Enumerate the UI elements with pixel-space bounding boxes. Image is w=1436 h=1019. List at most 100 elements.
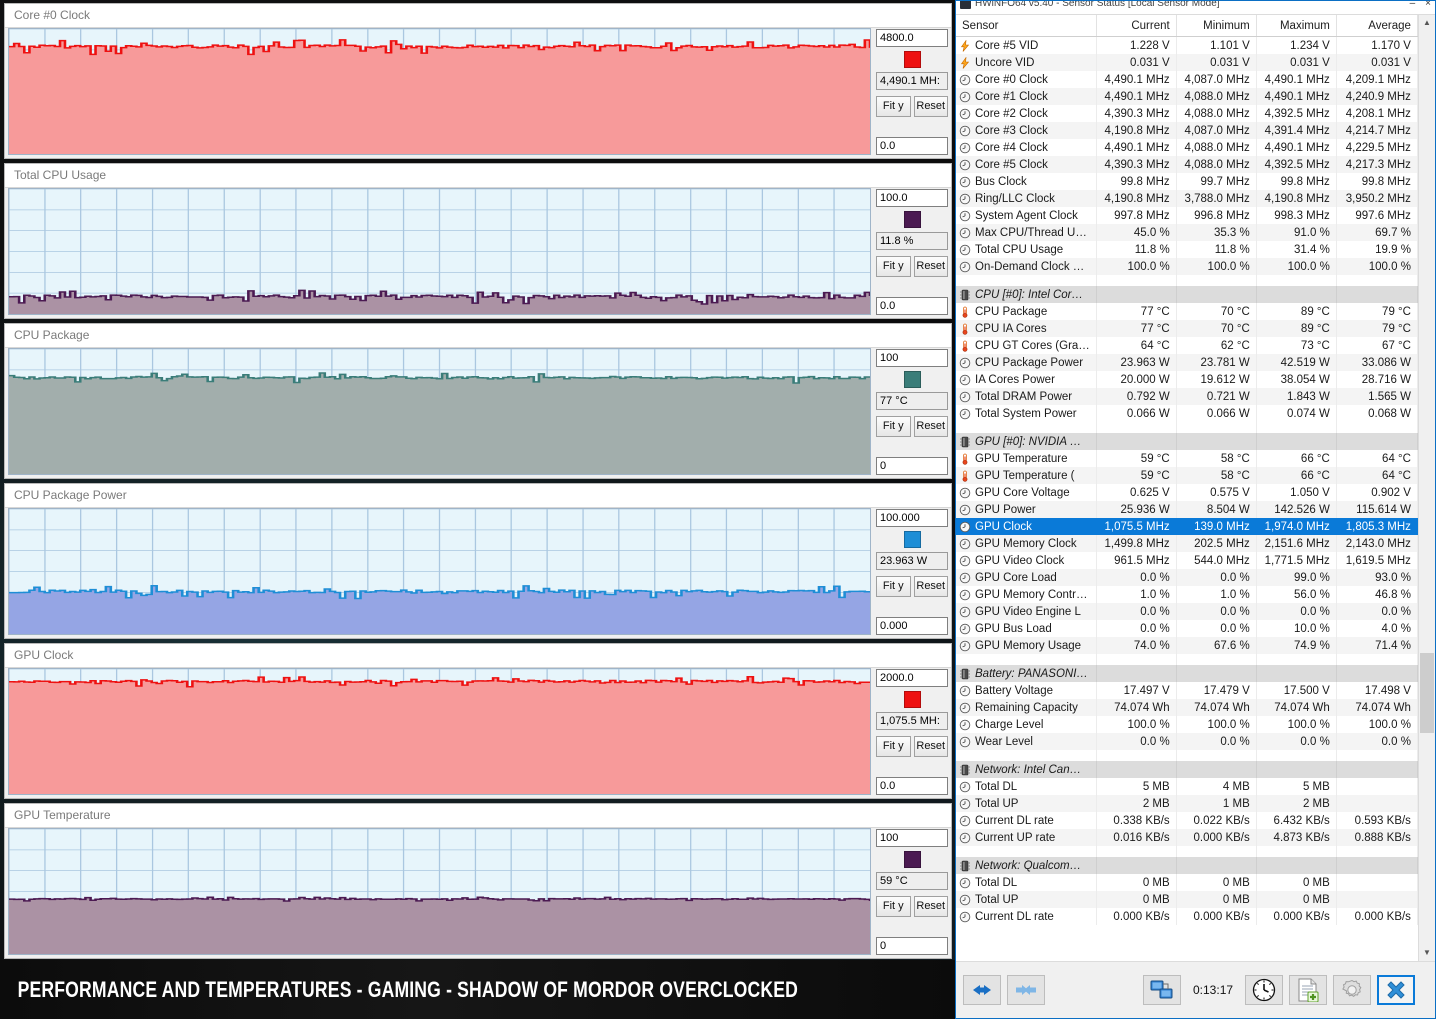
remote-monitoring-button[interactable] bbox=[1143, 975, 1181, 1005]
table-row[interactable]: Total CPU Usage 11.8 % 11.8 % 31.4 % 19.9 % bbox=[956, 241, 1418, 258]
table-row[interactable]: Total System Power 0.066 W 0.066 W 0.074 W0… bbox=[956, 405, 1418, 422]
graph-max-input[interactable]: 100.0 bbox=[876, 189, 948, 207]
graph-max-input[interactable]: 100 bbox=[876, 829, 948, 847]
minimize-button[interactable]: – bbox=[1410, 1, 1416, 9]
fit-y-button[interactable]: Fit y bbox=[876, 896, 911, 917]
sensor-group-row[interactable]: Network: Qualcom… bbox=[956, 857, 1418, 874]
sensor-grid[interactable]: Sensor Current Minimum Maximum Average Core … bbox=[956, 15, 1418, 961]
logging-interval-button[interactable] bbox=[1245, 975, 1284, 1005]
column-header-minimum[interactable]: Minimum bbox=[1176, 15, 1257, 37]
table-row[interactable]: GPU Core Load 0.0 % 0.0 % 99.0 % 93.0 % bbox=[956, 569, 1418, 586]
table-row[interactable]: Current DL rate 0.338 KB/s 0.022 KB/s 6.432… bbox=[956, 812, 1418, 829]
table-row[interactable]: Current DL rate 0.000 KB/s 0.000 KB/s 0.000… bbox=[956, 908, 1418, 925]
graph-min-input[interactable]: 0 bbox=[876, 937, 948, 955]
graph-min-input[interactable]: 0.0 bbox=[876, 777, 948, 795]
table-row[interactable]: Total DRAM Power 0.792 W 0.721 W 1.843 W 1.5… bbox=[956, 388, 1418, 405]
table-row[interactable]: Current UP rate 0.016 KB/s 0.000 KB/s 4.873… bbox=[956, 829, 1418, 846]
reset-button[interactable]: Reset bbox=[913, 416, 948, 437]
table-row[interactable]: Core #5 Clock 4,390.3 MHz 4,088.0 MHz 4,392… bbox=[956, 156, 1418, 173]
table-row[interactable]: GPU Clock 1,075.5 MHz 139.0 MHz 1,974.0 MHz… bbox=[956, 518, 1418, 535]
graph-plot-area[interactable] bbox=[8, 28, 871, 155]
window-title-bar[interactable]: HWiNFO64 v5.40 - Sensor Status [Local Se… bbox=[956, 1, 1435, 15]
collapse-all-button[interactable] bbox=[1007, 975, 1045, 1005]
scroll-track[interactable] bbox=[1418, 31, 1435, 945]
graph-min-input[interactable]: 0.0 bbox=[876, 137, 948, 155]
table-row[interactable]: Battery Voltage 17.497 V 17.479 V 17.500 V1… bbox=[956, 682, 1418, 699]
table-row[interactable]: Total DL 5 MB 4 MB 5 MB bbox=[956, 778, 1418, 795]
table-row[interactable]: GPU Memory Contr… 1.0 % 1.0 % 56.0 % 46.8 % bbox=[956, 586, 1418, 603]
graph-max-input[interactable]: 100.000 bbox=[876, 509, 948, 527]
table-row[interactable]: Total UP 0 MB 0 MB 0 MB bbox=[956, 891, 1418, 908]
settings-button[interactable] bbox=[1333, 975, 1372, 1005]
table-row[interactable]: Total UP 2 MB 1 MB 2 MB bbox=[956, 795, 1418, 812]
graph-plot-area[interactable] bbox=[8, 828, 871, 955]
fit-y-button[interactable]: Fit y bbox=[876, 256, 911, 277]
fit-y-button[interactable]: Fit y bbox=[876, 576, 911, 597]
sensor-group-row[interactable]: Network: Intel Can… bbox=[956, 761, 1418, 778]
reset-button[interactable]: Reset bbox=[913, 896, 948, 917]
table-row[interactable]: Total DL 0 MB 0 MB 0 MB bbox=[956, 874, 1418, 891]
save-report-button[interactable] bbox=[1289, 975, 1328, 1005]
table-row[interactable]: GPU Bus Load 0.0 % 0.0 % 10.0 % 4.0 % bbox=[956, 620, 1418, 637]
fit-y-button[interactable]: Fit y bbox=[876, 416, 911, 437]
reset-button[interactable]: Reset bbox=[913, 736, 948, 757]
vertical-scrollbar[interactable]: ▲ ▼ bbox=[1417, 15, 1435, 961]
graph-plot-area[interactable] bbox=[8, 668, 871, 795]
reset-button[interactable]: Reset bbox=[913, 256, 948, 277]
column-header-sensor[interactable]: Sensor bbox=[956, 15, 1097, 37]
table-row[interactable]: Uncore VID 0.031 V 0.031 V 0.031 V 0.031 V bbox=[956, 54, 1418, 71]
column-header-average[interactable]: Average bbox=[1336, 15, 1418, 37]
graph-plot-area[interactable] bbox=[8, 188, 871, 315]
sensor-group-row[interactable]: CPU [#0]: Intel Cor… bbox=[956, 286, 1418, 303]
graph-min-input[interactable]: 0.0 bbox=[876, 297, 948, 315]
graph-min-input[interactable]: 0 bbox=[876, 457, 948, 475]
table-row[interactable]: Core #1 Clock 4,490.1 MHz 4,088.0 MHz 4,490… bbox=[956, 88, 1418, 105]
table-row[interactable]: Ring/LLC Clock 4,190.8 MHz 3,788.0 MHz 4,19… bbox=[956, 190, 1418, 207]
table-row[interactable]: CPU Package 77 °C 70 °C 89 °C 79 °C bbox=[956, 303, 1418, 320]
table-row[interactable]: Core #4 Clock 4,490.1 MHz 4,088.0 MHz 4,490… bbox=[956, 139, 1418, 156]
table-row[interactable]: GPU Video Engine L 0.0 % 0.0 % 0.0 % 0.0 % bbox=[956, 603, 1418, 620]
expand-all-button[interactable] bbox=[963, 975, 1001, 1005]
table-row[interactable]: On-Demand Clock … 100.0 % 100.0 % 100.0 % 10… bbox=[956, 258, 1418, 275]
sensor-group-row[interactable]: GPU [#0]: NVIDIA … bbox=[956, 433, 1418, 450]
sensor-group-row[interactable]: Battery: PANASONI… bbox=[956, 665, 1418, 682]
reset-button[interactable]: Reset bbox=[913, 576, 948, 597]
graph-max-input[interactable]: 4800.0 bbox=[876, 29, 948, 47]
fit-y-button[interactable]: Fit y bbox=[876, 96, 911, 117]
graph-max-input[interactable]: 2000.0 bbox=[876, 669, 948, 687]
column-header-maximum[interactable]: Maximum bbox=[1256, 15, 1337, 37]
scroll-down-arrow[interactable]: ▼ bbox=[1419, 945, 1435, 961]
table-row[interactable]: Max CPU/Thread U… 45.0 % 35.3 % 91.0 % 69.7 … bbox=[956, 224, 1418, 241]
scroll-up-arrow[interactable]: ▲ bbox=[1419, 15, 1435, 31]
table-row[interactable]: Core #3 Clock 4,190.8 MHz 4,087.0 MHz 4,391… bbox=[956, 122, 1418, 139]
table-row[interactable]: IA Cores Power 20.000 W 19.612 W 38.054 W 28… bbox=[956, 371, 1418, 388]
table-row[interactable]: Core #5 VID 1.228 V 1.101 V 1.234 V 1.170 V bbox=[956, 36, 1418, 54]
table-row[interactable]: Wear Level 0.0 % 0.0 % 0.0 % 0.0 % bbox=[956, 733, 1418, 750]
table-row[interactable]: GPU Video Clock 961.5 MHz 544.0 MHz 1,771.5… bbox=[956, 552, 1418, 569]
close-window-button[interactable]: × bbox=[1425, 1, 1431, 9]
table-row[interactable]: Remaining Capacity 74.074 Wh 74.074 Wh 74.0… bbox=[956, 699, 1418, 716]
table-row[interactable]: System Agent Clock 997.8 MHz 996.8 MHz 998.… bbox=[956, 207, 1418, 224]
graph-plot-area[interactable] bbox=[8, 508, 871, 635]
table-row[interactable]: GPU Temperature (59 °C 58 °C 66 °C 64 °C bbox=[956, 467, 1418, 484]
table-row[interactable]: GPU Power 25.936 W 8.504 W 142.526 W 115.614… bbox=[956, 501, 1418, 518]
graph-max-input[interactable]: 100 bbox=[876, 349, 948, 367]
table-row[interactable]: CPU Package Power 23.963 W 23.781 W 42.519 … bbox=[956, 354, 1418, 371]
close-button[interactable] bbox=[1377, 975, 1416, 1005]
table-row[interactable]: Bus Clock 99.8 MHz 99.7 MHz 99.8 MHz 99.8 MH… bbox=[956, 173, 1418, 190]
graph-min-input[interactable]: 0.000 bbox=[876, 617, 948, 635]
reset-button[interactable]: Reset bbox=[913, 96, 948, 117]
scroll-thumb[interactable] bbox=[1419, 652, 1434, 733]
table-row[interactable]: Core #2 Clock 4,390.3 MHz 4,088.0 MHz 4,392… bbox=[956, 105, 1418, 122]
table-row[interactable]: CPU GT Cores (Gra… 64 °C 62 °C 73 °C 67 °C bbox=[956, 337, 1418, 354]
table-row[interactable]: Core #0 Clock 4,490.1 MHz 4,087.0 MHz 4,490… bbox=[956, 71, 1418, 88]
table-row[interactable]: Charge Level 100.0 % 100.0 % 100.0 % 100.0 % bbox=[956, 716, 1418, 733]
table-row[interactable]: CPU IA Cores 77 °C 70 °C 89 °C 79 °C bbox=[956, 320, 1418, 337]
graph-plot-area[interactable] bbox=[8, 348, 871, 475]
column-header-current[interactable]: Current bbox=[1096, 15, 1177, 37]
table-row[interactable]: GPU Core Voltage 0.625 V 0.575 V 1.050 V 0.9… bbox=[956, 484, 1418, 501]
table-row[interactable]: GPU Memory Clock 1,499.8 MHz 202.5 MHz 2,15… bbox=[956, 535, 1418, 552]
fit-y-button[interactable]: Fit y bbox=[876, 736, 911, 757]
table-row[interactable]: GPU Temperature 59 °C 58 °C 66 °C 64 °C bbox=[956, 450, 1418, 467]
table-row[interactable]: GPU Memory Usage 74.0 % 67.6 % 74.9 % 71.4 % bbox=[956, 637, 1418, 654]
